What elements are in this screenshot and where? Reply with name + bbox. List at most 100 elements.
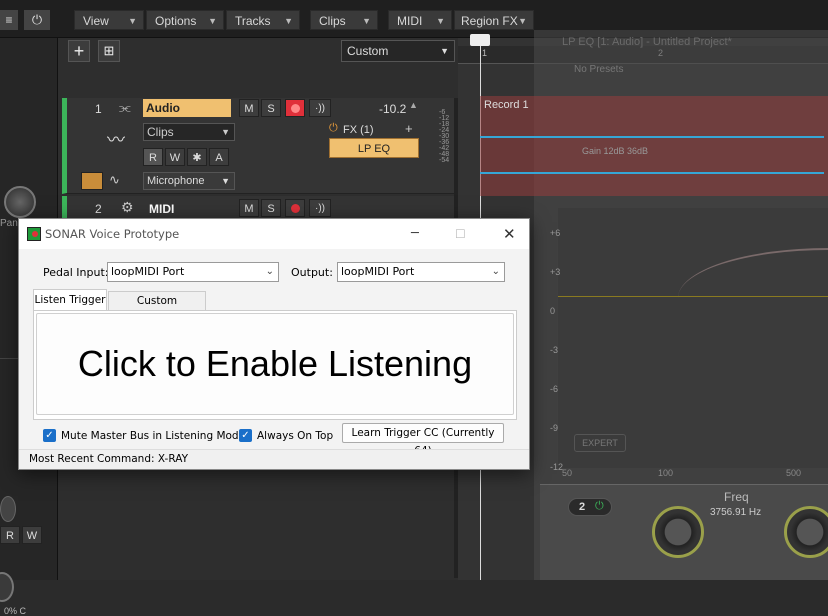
clips-select[interactable]: Clips ▼ (143, 123, 235, 141)
eq-line-2 (480, 172, 824, 174)
menu-options[interactable]: Options ▼ (146, 10, 224, 30)
status-text: Most Recent Command: X-RAY (29, 453, 188, 465)
clip-record-1[interactable]: Record 1 (480, 96, 828, 196)
read-button[interactable]: R (0, 526, 20, 544)
add-fx-icon[interactable]: + (405, 121, 413, 136)
power-icon[interactable]: ⏻ (24, 10, 50, 30)
close-icon[interactable]: ✕ (503, 219, 516, 249)
freeze-icon[interactable]: ✱ (187, 148, 207, 166)
eq-icon: ⫘ (119, 100, 131, 115)
menu-region-fx-label: Region FX (461, 14, 518, 28)
menu-tracks-label: Tracks (235, 14, 271, 28)
menu-midi-label: MIDI (397, 14, 423, 28)
pedal-input-label: Pedal Input: (43, 266, 109, 279)
eq-y-axis: +6 +3 0 -3 -6 -9 -12 (550, 214, 563, 487)
output-value: loopMIDI Port (341, 265, 415, 278)
track-name[interactable]: MIDI (149, 202, 174, 216)
tab-listen-trigger[interactable]: Listen Trigger (33, 289, 107, 311)
listen-button[interactable]: Click to Enable Listening (36, 313, 514, 415)
pedal-input-select[interactable]: loopMIDI Port ⌄ (107, 262, 279, 282)
waveform-icon: 〰 (107, 130, 125, 150)
hamburger-icon[interactable]: ≡ (0, 10, 18, 30)
add-folder-button[interactable]: ⊞ (98, 40, 120, 62)
y-label: -3 (550, 345, 559, 355)
track-1[interactable]: 1 ⫘ Audio M S ·)) -10.2 ▲ 〰 Clips ▼ R W ✱… (62, 98, 456, 194)
minimize-icon[interactable]: ─ (411, 219, 419, 249)
write-button[interactable]: W (22, 526, 42, 544)
listen-button-label: Click to Enable Listening (77, 343, 473, 384)
band-toggle[interactable]: 2 ⏻ (568, 498, 612, 516)
chevron-down-icon: ▼ (128, 16, 137, 26)
presets-select[interactable]: No Presets (574, 64, 623, 75)
menu-tracks[interactable]: Tracks ▼ (226, 10, 300, 30)
preset-select[interactable]: Custom ▼ (341, 40, 455, 62)
eq-zero-line (558, 296, 828, 297)
pan-knob[interactable] (4, 186, 36, 218)
menu-options-label: Options (155, 14, 197, 28)
menu-midi[interactable]: MIDI ▼ (388, 10, 452, 30)
fx-header: FX (1) (343, 124, 374, 136)
envelope-icon[interactable]: ∿ (109, 172, 120, 188)
input-echo-button[interactable]: ·)) (309, 199, 331, 217)
output-select[interactable]: loopMIDI Port ⌄ (337, 262, 505, 282)
chevron-down-icon: ▼ (284, 16, 293, 26)
mute-button[interactable]: M (239, 199, 259, 217)
band-knob[interactable] (652, 506, 704, 558)
archive-button[interactable]: A (209, 148, 229, 166)
x-label: 50 (562, 468, 573, 478)
mute-master-checkbox[interactable]: ✓ (43, 429, 56, 442)
mute-button[interactable]: M (239, 99, 259, 117)
dialog-titlebar[interactable]: SONAR Voice Prototype ─ ☐ ✕ (19, 219, 529, 249)
pan-value: 0% C (4, 606, 27, 616)
input-select[interactable]: Microphone ▼ (143, 172, 235, 190)
menu-clips[interactable]: Clips ▼ (310, 10, 378, 30)
pan-value-knob[interactable] (0, 572, 14, 602)
read-automation-button[interactable]: R (143, 148, 163, 166)
freq-label: Freq (724, 490, 749, 504)
arrow-updown-icon: ▲ (409, 100, 418, 110)
record-arm-button[interactable] (285, 199, 305, 217)
y-label: 0 (550, 306, 556, 316)
mute-master-label: Mute Master Bus in Listening Mode (61, 430, 246, 442)
chevron-down-icon: ▼ (221, 127, 230, 137)
expert-label: EXPERT (582, 438, 618, 448)
learn-trigger-button[interactable]: Learn Trigger CC (Currently 64) (342, 423, 504, 457)
expert-button[interactable]: EXPERT (574, 434, 626, 452)
input-echo-button[interactable]: ·)) (309, 99, 331, 117)
solo-button[interactable]: S (261, 99, 281, 117)
input-label: Microphone (147, 175, 205, 187)
now-marker-icon[interactable] (470, 34, 490, 46)
menu-view[interactable]: View ▼ (74, 10, 144, 30)
menu-region-fx[interactable]: Region FX ▼ (454, 10, 534, 30)
track-number: 1 (95, 102, 102, 116)
chevron-down-icon: ▼ (221, 176, 230, 186)
menu-view-label: View (83, 14, 109, 28)
tab-custom-commands[interactable]: Custom Commands (108, 291, 206, 325)
maximize-icon[interactable]: ☐ (455, 219, 466, 249)
meter-knob[interactable] (0, 496, 16, 522)
record-arm-button[interactable] (285, 99, 305, 117)
fx-plugin-slot[interactable]: LP EQ (329, 138, 419, 158)
freq-value: 3756.91 Hz (710, 507, 762, 518)
track-volume[interactable]: -10.2 (379, 102, 406, 116)
midi-icon: ⚙ (121, 199, 134, 215)
track-icon-small[interactable] (81, 172, 103, 190)
fx-plugin-label: LP EQ (357, 143, 391, 155)
write-automation-button[interactable]: W (165, 148, 185, 166)
band-power-icon: ⏻ (595, 500, 604, 512)
x-label: 500 (786, 468, 802, 478)
y-label: +6 (550, 228, 561, 238)
eq-line-1 (480, 136, 824, 138)
always-on-top-checkbox[interactable]: ✓ (239, 429, 252, 442)
fx-power-icon[interactable]: ⏻ (329, 122, 338, 135)
y-label: -6 (550, 384, 559, 394)
track-name-field[interactable]: Audio (143, 99, 231, 117)
add-track-button[interactable]: + (68, 40, 90, 62)
freq-knob[interactable] (784, 506, 828, 558)
chevron-down-icon: ▼ (440, 46, 449, 56)
menu-clips-label: Clips (319, 14, 346, 28)
track-number: 2 (95, 202, 102, 216)
x-label: 100 (658, 468, 674, 478)
solo-button[interactable]: S (261, 199, 281, 217)
eq-x-axis: 50 100 500 (562, 468, 822, 478)
